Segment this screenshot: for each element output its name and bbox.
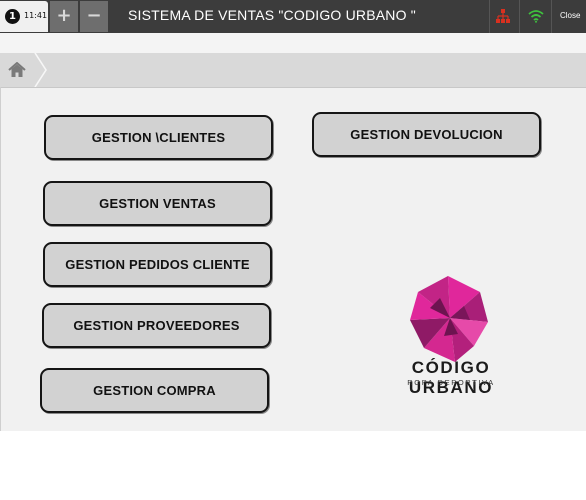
logo-tagline: ROPA DEPORTIVA xyxy=(407,378,495,387)
session-number-badge: 1 xyxy=(5,9,20,24)
gestion-ventas-button[interactable]: GESTION VENTAS xyxy=(43,181,272,226)
blank-area xyxy=(0,431,586,500)
gestion-pedidos-cliente-button[interactable]: GESTION PEDIDOS CLIENTE xyxy=(43,242,272,287)
gestion-proveedores-button[interactable]: GESTION PROVEEDORES xyxy=(42,303,271,348)
codigo-urbano-logo xyxy=(410,276,488,362)
close-button[interactable]: Close xyxy=(560,11,580,20)
divider xyxy=(551,0,552,33)
add-session-button[interactable]: + xyxy=(50,1,78,32)
network-icon[interactable] xyxy=(496,9,510,23)
session-time: 11:41 xyxy=(24,11,48,20)
gestion-compra-button[interactable]: GESTION COMPRA xyxy=(40,368,269,413)
panel-left-border xyxy=(0,87,1,431)
gestion-devolucion-button[interactable]: GESTION DEVOLUCION xyxy=(312,112,541,157)
toolbar-strip xyxy=(0,33,586,53)
divider xyxy=(519,0,520,33)
session-tab[interactable]: 1 11:41 xyxy=(0,1,48,32)
app-title: SISTEMA DE VENTAS "CODIGO URBANO " xyxy=(128,7,416,23)
top-bar: 1 11:41 + − SISTEMA DE VENTAS "CODIGO UR… xyxy=(0,0,586,33)
home-icon[interactable] xyxy=(8,62,26,78)
wifi-icon[interactable] xyxy=(528,9,544,23)
remove-session-button[interactable]: − xyxy=(80,1,108,32)
breadcrumb xyxy=(0,53,586,88)
divider xyxy=(489,0,490,33)
breadcrumb-separator-icon xyxy=(34,53,47,87)
gestion-clientes-button[interactable]: GESTION \CLIENTES xyxy=(44,115,273,160)
